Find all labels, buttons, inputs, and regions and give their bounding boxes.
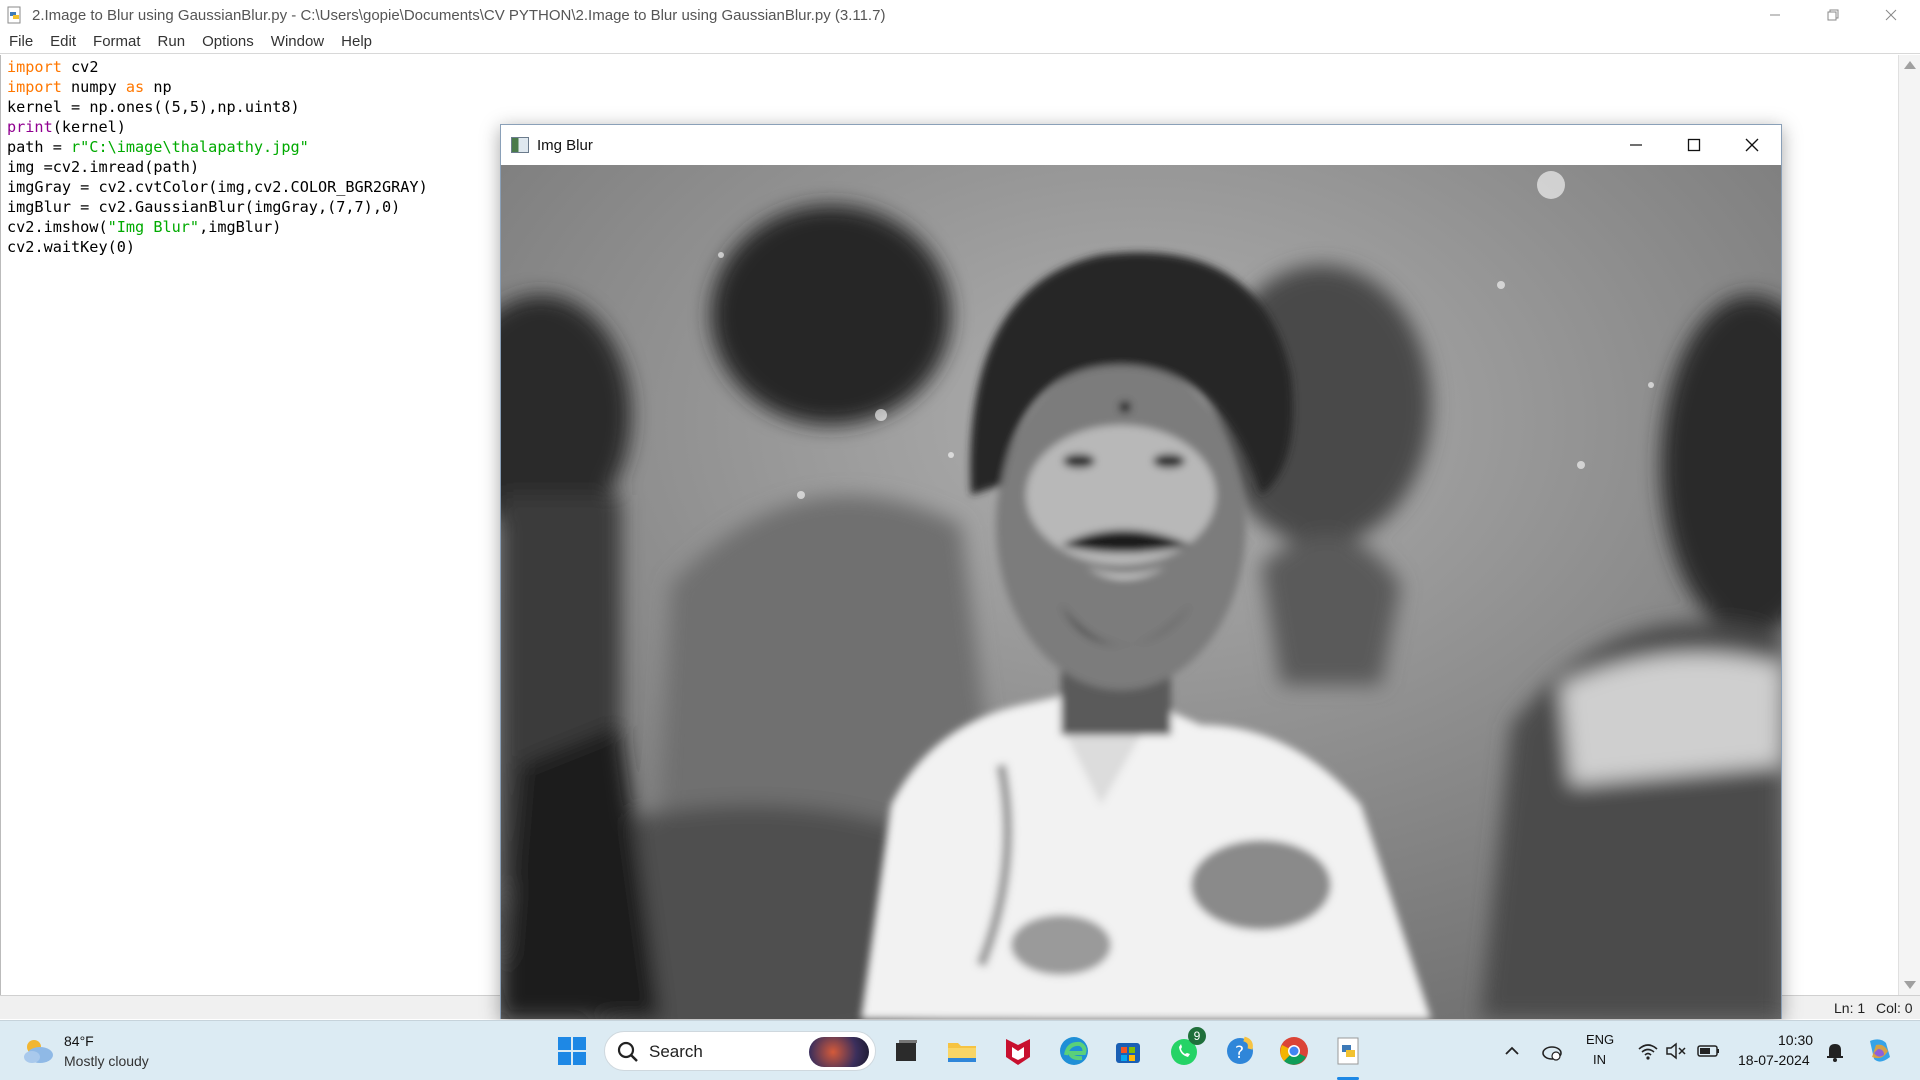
help-icon[interactable]: ? [1224, 1035, 1256, 1067]
notification-bell-icon[interactable] [1823, 1039, 1847, 1063]
image-minimize-button[interactable] [1607, 125, 1665, 165]
image-window-icon [511, 137, 529, 153]
weather-cloud-icon[interactable] [20, 1035, 56, 1071]
whatsapp-notification-badge: 9 [1188, 1027, 1206, 1045]
python-file-icon [6, 6, 24, 24]
whatsapp-icon[interactable]: 9 [1168, 1027, 1206, 1067]
close-button[interactable] [1862, 0, 1920, 30]
microsoft-store-icon[interactable] [1112, 1035, 1144, 1067]
restore-icon [1827, 9, 1839, 21]
task-view-icon[interactable] [890, 1035, 922, 1067]
code-line[interactable]: imgGray = cv2.cvtColor(img,cv2.COLOR_BGR… [7, 177, 428, 197]
menu-window[interactable]: Window [271, 33, 324, 50]
code-line[interactable]: kernel = np.ones((5,5),np.uint8) [7, 97, 428, 117]
search-icon [617, 1041, 638, 1062]
close-icon [1885, 9, 1897, 21]
blurred-grayscale-photo [501, 165, 1781, 1019]
minimize-icon [1630, 144, 1642, 146]
clock-time[interactable]: 10:30 [1778, 1032, 1813, 1048]
wifi-icon[interactable] [1636, 1039, 1660, 1063]
close-icon [1745, 138, 1759, 152]
code-line[interactable]: imgBlur = cv2.GaussianBlur(imgGray,(7,7)… [7, 197, 428, 217]
onedrive-sync-icon[interactable] [1540, 1039, 1564, 1063]
window-title: 2.Image to Blur using GaussianBlur.py - … [32, 6, 886, 24]
idle-title-bar: 2.Image to Blur using GaussianBlur.py - … [0, 0, 1920, 30]
copilot-icon[interactable] [1864, 1035, 1896, 1067]
maximize-icon [1687, 138, 1701, 152]
python-idle-taskbar-icon[interactable] [1332, 1035, 1364, 1067]
battery-icon[interactable] [1696, 1039, 1722, 1063]
file-explorer-icon[interactable] [946, 1035, 978, 1067]
search-highlight-image [809, 1037, 869, 1067]
menu-run[interactable]: Run [158, 33, 186, 50]
edge-browser-icon[interactable] [1058, 1035, 1090, 1067]
image-close-button[interactable] [1723, 125, 1781, 165]
region-indicator[interactable]: IN [1593, 1052, 1606, 1067]
code-line[interactable]: img =cv2.imread(path) [7, 157, 428, 177]
weather-temperature[interactable]: 84°F [64, 1033, 94, 1049]
image-window-title-bar[interactable]: Img Blur [501, 125, 1781, 165]
code-line[interactable]: cv2.imshow("Img Blur",imgBlur) [7, 217, 428, 237]
status-line: Ln: 1 [1834, 1000, 1866, 1016]
image-window[interactable]: Img Blur [500, 124, 1782, 1019]
clock-date[interactable]: 18-07-2024 [1738, 1052, 1810, 1068]
status-col: Col: 0 [1876, 1000, 1913, 1016]
code-line[interactable]: print(kernel) [7, 117, 428, 137]
code-line[interactable]: import cv2 [7, 57, 428, 77]
menu-file[interactable]: File [9, 33, 33, 50]
chevron-up-icon[interactable] [1500, 1039, 1524, 1063]
menu-options[interactable]: Options [202, 33, 254, 50]
code-line[interactable]: cv2.waitKey(0) [7, 237, 428, 257]
image-window-title: Img Blur [537, 136, 593, 154]
code-line[interactable]: import numpy as np [7, 77, 428, 97]
code-text[interactable]: import cv2 import numpy as np kernel = np.… [7, 57, 428, 257]
code-line[interactable]: path = r"C:\image\thalapathy.jpg" [7, 137, 428, 157]
taskbar-search-box[interactable]: Search [604, 1031, 876, 1071]
chrome-browser-icon[interactable] [1278, 1035, 1310, 1067]
scroll-down-icon[interactable] [1904, 981, 1916, 989]
minimize-icon [1770, 14, 1780, 16]
scroll-up-icon[interactable] [1904, 61, 1916, 69]
mcafee-icon[interactable] [1002, 1035, 1034, 1067]
vertical-scrollbar[interactable] [1898, 55, 1920, 995]
taskbar: 84°F Mostly cloudy Search 9 ? ENG IN 10:… [0, 1020, 1920, 1080]
search-label: Search [649, 1042, 703, 1061]
restore-button[interactable] [1804, 0, 1862, 30]
menu-bar: File Edit Format Run Options Window Help [0, 30, 1920, 54]
svg-text:?: ? [1235, 1043, 1244, 1063]
image-maximize-button[interactable] [1665, 125, 1723, 165]
weather-description[interactable]: Mostly cloudy [64, 1053, 149, 1069]
volume-muted-icon[interactable] [1664, 1039, 1688, 1063]
language-indicator[interactable]: ENG [1586, 1032, 1614, 1047]
menu-format[interactable]: Format [93, 33, 141, 50]
menu-edit[interactable]: Edit [50, 33, 76, 50]
menu-help[interactable]: Help [341, 33, 372, 50]
minimize-button[interactable] [1746, 0, 1804, 30]
windows-start-icon[interactable] [556, 1035, 588, 1067]
